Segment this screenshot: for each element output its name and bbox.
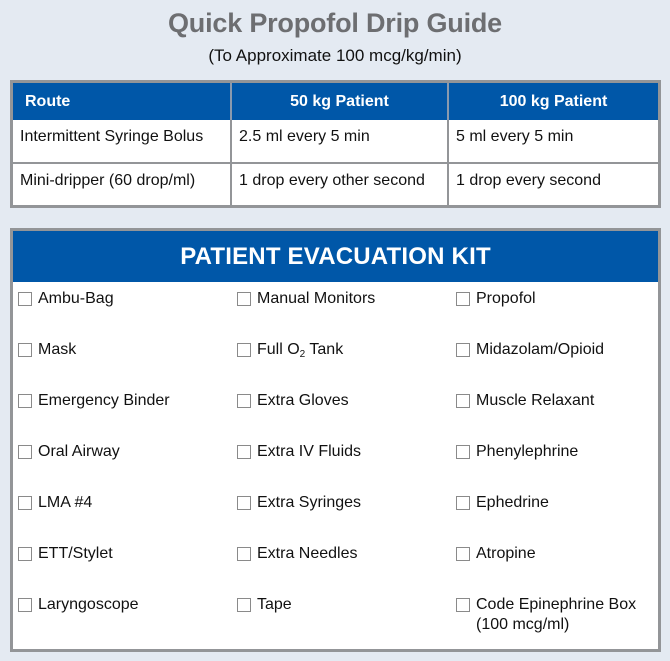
table-header-row: Route 50 kg Patient 100 kg Patient [13, 83, 658, 120]
checkbox-icon[interactable] [456, 496, 470, 510]
checkbox-icon[interactable] [18, 445, 32, 459]
checkbox-icon[interactable] [237, 598, 251, 612]
checklist-item-label: Mask [38, 341, 77, 358]
checkbox-icon[interactable] [237, 496, 251, 510]
checklist-item-code-epinephrine-box[interactable]: Code Epinephrine Box (100 mcg/ml) [456, 595, 636, 646]
propofol-drip-table: Route 50 kg Patient 100 kg Patient Inter… [13, 83, 658, 205]
checkbox-icon[interactable] [456, 394, 470, 408]
dose-50kg-cell: 1 drop every other second [231, 161, 449, 205]
concentration-note: (100 mcg/ml) [476, 616, 570, 633]
label-text: Tank [305, 341, 344, 358]
evacuation-kit-frame: PATIENT EVACUATION KIT Ambu-Bag Mask Eme… [10, 228, 661, 652]
checkbox-icon[interactable] [18, 496, 32, 510]
checklist-item-label: Muscle Relaxant [476, 392, 595, 409]
checklist-item-tape[interactable]: Tape [237, 595, 375, 646]
checklist-item-label: Extra Gloves [257, 392, 349, 409]
checklist-item-oral-airway[interactable]: Oral Airway [18, 442, 170, 493]
checkbox-icon[interactable] [18, 394, 32, 408]
checklist-item-label: Tape [257, 596, 292, 613]
propofol-drip-table-frame: Route 50 kg Patient 100 kg Patient Inter… [10, 80, 661, 208]
checklist-item-label: Atropine [476, 545, 536, 562]
checklist-item-extra-gloves[interactable]: Extra Gloves [237, 391, 375, 442]
checklist-item-label: Extra IV Fluids [257, 443, 362, 460]
checkbox-icon[interactable] [456, 598, 470, 612]
checkbox-icon[interactable] [237, 394, 251, 408]
checklist-item-label: Oral Airway [38, 443, 120, 460]
route-cell: Mini-dripper (60 drop/ml) [13, 161, 232, 205]
checklist-item-lma[interactable]: LMA #4 [18, 493, 170, 544]
checkbox-icon[interactable] [456, 445, 470, 459]
checkbox-icon[interactable] [456, 547, 470, 561]
dose-50kg-cell: 2.5 ml every 5 min [231, 120, 449, 163]
dose-100kg-cell: 1 drop every second [448, 161, 658, 205]
checklist-item-label: Extra Needles [257, 545, 358, 562]
checkbox-icon[interactable] [237, 547, 251, 561]
checklist-item-full-o2-tank[interactable]: Full O2 Tank [237, 340, 375, 391]
checklist-column-airway: Ambu-Bag Mask Emergency Binder Oral Airw… [18, 289, 170, 646]
evacuation-kit-title: PATIENT EVACUATION KIT [13, 231, 658, 282]
guide-title: Quick Propofol Drip Guide [167, 8, 503, 38]
checklist-item-label: Manual Monitors [257, 290, 376, 307]
guide-subtitle: (To Approximate 100 mcg/kg/min) [208, 46, 462, 65]
checklist-item-muscle-relaxant[interactable]: Muscle Relaxant [456, 391, 636, 442]
checklist-item-emergency-binder[interactable]: Emergency Binder [18, 391, 170, 442]
checklist-column-drugs: Propofol Midazolam/Opioid Muscle Relaxan… [456, 289, 636, 646]
column-header-50kg: 50 kg Patient [231, 83, 449, 120]
checklist-item-label: Laryngoscope [38, 596, 139, 613]
checklist-item-midazolam-opioid[interactable]: Midazolam/Opioid [456, 340, 636, 391]
label-text: Full O [257, 341, 300, 358]
checklist-item-label: ETT/Stylet [38, 545, 113, 562]
checklist-item-extra-needles[interactable]: Extra Needles [237, 544, 375, 595]
checklist-item-label: Full O2 Tank [257, 340, 343, 360]
checklist-item-label: Phenylephrine [476, 443, 579, 460]
checklist-item-label: Emergency Binder [38, 392, 170, 409]
checkbox-icon[interactable] [18, 547, 32, 561]
checklist-item-phenylephrine[interactable]: Phenylephrine [456, 442, 636, 493]
checklist-item-propofol[interactable]: Propofol [456, 289, 636, 340]
checkbox-icon[interactable] [237, 343, 251, 357]
checklist-item-laryngoscope[interactable]: Laryngoscope [18, 595, 170, 646]
checkbox-icon[interactable] [18, 598, 32, 612]
checklist-column-supplies: Manual Monitors Full O2 Tank Extra Glove… [237, 289, 375, 646]
checklist-item-mask[interactable]: Mask [18, 340, 170, 391]
checkbox-icon[interactable] [237, 445, 251, 459]
checklist-item-label: Extra Syringes [257, 494, 362, 511]
column-header-100kg: 100 kg Patient [448, 83, 658, 120]
checklist-item-label: Ephedrine [476, 494, 549, 511]
checklist-item-ephedrine[interactable]: Ephedrine [456, 493, 636, 544]
checklist-item-label: LMA #4 [38, 494, 93, 511]
checkbox-icon[interactable] [237, 292, 251, 306]
checklist-item-label: Ambu-Bag [38, 290, 114, 307]
checklist-item-atropine[interactable]: Atropine [456, 544, 636, 595]
checkbox-icon[interactable] [456, 292, 470, 306]
column-header-route: Route [13, 83, 232, 120]
checkbox-icon[interactable] [18, 343, 32, 357]
checklist-item-label: Midazolam/Opioid [476, 341, 605, 358]
checkbox-icon[interactable] [456, 343, 470, 357]
checklist-item-ett-stylet[interactable]: ETT/Stylet [18, 544, 170, 595]
dose-100kg-cell: 5 ml every 5 min [456, 128, 574, 145]
table-row: Mini-dripper (60 drop/ml) 1 drop every o… [13, 161, 658, 205]
checkbox-icon[interactable] [18, 292, 32, 306]
checklist-item-extra-iv-fluids[interactable]: Extra IV Fluids [237, 442, 375, 493]
checklist-item-extra-syringes[interactable]: Extra Syringes [237, 493, 375, 544]
checklist-item-label: Code Epinephrine Box (100 mcg/ml) [476, 595, 636, 635]
route-cell: Intermittent Syringe Bolus [13, 120, 232, 163]
label-text: Code Epinephrine Box [476, 596, 637, 613]
table-row: Intermittent Syringe Bolus 2.5 ml every … [13, 120, 658, 163]
evacuation-kit-checklist: PATIENT EVACUATION KIT Ambu-Bag Mask Eme… [13, 231, 658, 649]
checklist-item-ambu-bag[interactable]: Ambu-Bag [18, 289, 170, 340]
checklist-item-manual-monitors[interactable]: Manual Monitors [237, 289, 375, 340]
checklist-item-label: Propofol [476, 290, 536, 307]
